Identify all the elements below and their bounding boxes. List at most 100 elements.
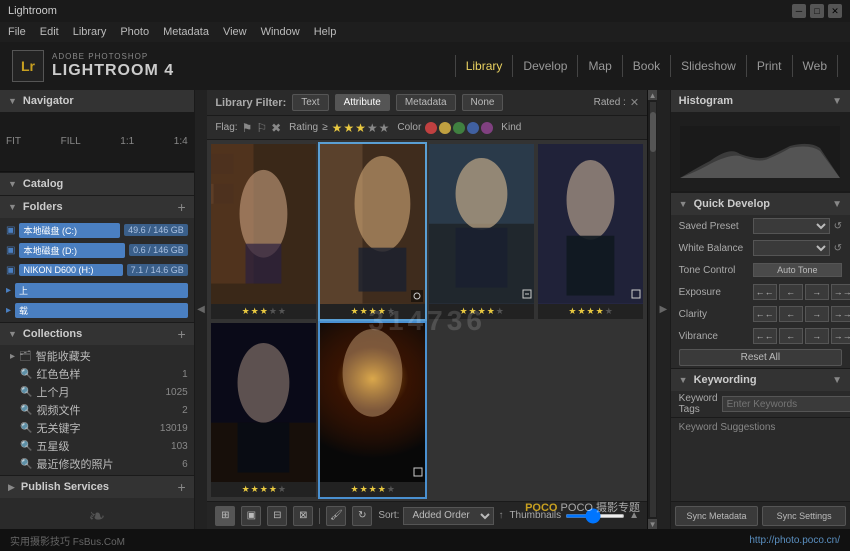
vibrance-btn-1[interactable]: ← [779,328,803,344]
view-loupe-button[interactable]: ▣ [241,506,261,526]
star-1[interactable]: ★ [332,121,343,135]
star-2[interactable]: ★ [343,121,354,135]
scroll-track[interactable] [650,102,656,517]
sort-select[interactable]: Added Order Capture Time Edit Time [403,507,494,525]
scroll-up-button[interactable]: ▲ [648,90,658,100]
photo-cell-2[interactable]: ★ ★ ★ ★ ★ [429,144,534,319]
flag-reject-icon[interactable]: ✖ [271,121,281,135]
publish-header[interactable]: ▶ Publish Services + [0,476,194,498]
module-map[interactable]: Map [578,55,622,77]
nav-1to4[interactable]: 1:4 [174,136,188,147]
scroll-down-button[interactable]: ▼ [648,519,658,529]
color-purple[interactable] [481,122,493,134]
photo-cell-4[interactable]: ★ ★ ★ ★ ★ [211,323,316,498]
histogram-header[interactable]: Histogram ▼ [671,90,850,112]
collection-group[interactable]: ▸ 🗂 智能收藏夹 [0,347,194,365]
filter-close-icon[interactable]: ✕ [630,96,639,109]
menu-window[interactable]: Window [261,26,300,38]
module-slideshow[interactable]: Slideshow [671,55,747,77]
keywording-header[interactable]: ▼ Keywording ▼ [671,369,850,391]
sort-asc-icon[interactable]: ↑ [498,510,503,521]
histogram-dropdown-icon[interactable]: ▼ [832,96,842,107]
color-green[interactable] [453,122,465,134]
folder-item-2[interactable]: ▣ NIKON D600 (H:) 7.1 / 14.6 GB [0,260,194,280]
keywording-dropdown-icon[interactable]: ▼ [832,375,842,386]
menu-photo[interactable]: Photo [120,26,149,38]
quick-develop-header[interactable]: ▼ Quick Develop ▼ [671,193,850,215]
photo-cell-0[interactable]: ★ ★ ★ ★ ★ [211,144,316,319]
menu-edit[interactable]: Edit [40,26,59,38]
vibrance-btn-0[interactable]: ←← [753,328,777,344]
nav-left-arrow[interactable]: ◀ [195,90,208,529]
collection-item-2[interactable]: 🔍 视频文件 2 [0,401,194,419]
clarity-btn-0[interactable]: ←← [753,306,777,322]
exposure-btn-0[interactable]: ←← [753,284,777,300]
vibrance-btn-2[interactable]: → [805,328,829,344]
star-5[interactable]: ★ [379,121,390,135]
module-web[interactable]: Web [793,55,838,77]
maximize-button[interactable]: □ [810,4,824,18]
module-book[interactable]: Book [623,55,671,77]
module-print[interactable]: Print [747,55,793,77]
filter-text-btn[interactable]: Text [292,94,328,111]
rotate-button[interactable]: ↻ [352,506,372,526]
menu-file[interactable]: File [8,26,26,38]
sync-settings-button[interactable]: Sync Settings [762,506,846,526]
collection-item-0[interactable]: 🔍 红色色样 1 [0,365,194,383]
collection-item-4[interactable]: 🔍 五星级 103 [0,437,194,455]
exposure-btn-3[interactable]: →→ [831,284,850,300]
flag-all-icon[interactable]: ⚑ [242,121,253,135]
folder-item-3[interactable]: ▸ 上 [0,280,194,300]
photo-cell-3[interactable]: ★ ★ ★ ★ ★ [538,144,643,319]
star-3[interactable]: ★ [355,121,366,135]
module-library[interactable]: Library [455,55,514,77]
exposure-btn-1[interactable]: ← [779,284,803,300]
clarity-btn-2[interactable]: → [805,306,829,322]
collections-header[interactable]: ▼ Collections + [0,323,194,345]
nav-right-arrow[interactable]: ▶ [657,90,670,529]
view-survey-button[interactable]: ⊠ [293,506,313,526]
catalog-header[interactable]: ▼ Catalog [0,173,194,195]
minimize-button[interactable]: ─ [792,4,806,18]
saved-preset-select[interactable] [753,218,830,234]
qd-dropdown-icon[interactable]: ▼ [832,199,842,210]
white-balance-arrow[interactable]: ↺ [834,243,842,254]
photo-cell-5[interactable]: ★ ★ ★ ★ ★ [320,323,425,498]
menu-help[interactable]: Help [314,26,337,38]
nav-1to1[interactable]: 1:1 [120,136,134,147]
scroll-thumb[interactable] [650,112,656,152]
menu-view[interactable]: View [223,26,247,38]
white-balance-select[interactable] [753,240,830,256]
collection-item-3[interactable]: 🔍 无关键字 13019 [0,419,194,437]
collection-item-5[interactable]: 🔍 最近修改的照片 6 [0,455,194,473]
publish-add-button[interactable]: + [178,479,186,495]
filter-none-btn[interactable]: None [462,94,504,111]
navigator-header[interactable]: ▼ Navigator [0,90,194,112]
filter-attribute-btn[interactable]: Attribute [335,94,390,111]
close-button[interactable]: ✕ [828,4,842,18]
folder-item-4[interactable]: ▸ 载 [0,300,194,320]
menu-metadata[interactable]: Metadata [163,26,209,38]
module-develop[interactable]: Develop [513,55,578,77]
saved-preset-arrow[interactable]: ↺ [834,221,842,232]
flag-pick-icon[interactable]: ⚐ [256,121,267,135]
folder-item-0[interactable]: ▣ 本地磁盘 (C:) 49.6 / 146 GB [0,220,194,240]
nav-fill[interactable]: FILL [61,136,81,147]
folders-header[interactable]: ▼ Folders + [0,196,194,218]
color-yellow[interactable] [439,122,451,134]
center-scrollbar[interactable]: ▲ ▼ [647,90,657,529]
filter-metadata-btn[interactable]: Metadata [396,94,456,111]
star-4[interactable]: ★ [367,121,378,135]
view-compare-button[interactable]: ⊟ [267,506,287,526]
thumbnail-size-slider[interactable] [565,514,625,518]
sync-metadata-button[interactable]: Sync Metadata [675,506,759,526]
spray-paint-button[interactable]: 🖌 [326,506,346,526]
vibrance-btn-3[interactable]: →→ [831,328,850,344]
keyword-tags-input[interactable] [722,396,850,412]
collections-add-button[interactable]: + [178,326,186,342]
clarity-btn-3[interactable]: →→ [831,306,850,322]
clarity-btn-1[interactable]: ← [779,306,803,322]
reset-all-button[interactable]: Reset All [679,349,842,366]
nav-fit[interactable]: FIT [6,136,21,147]
toolbar-arrow-up[interactable]: ▲ [629,510,639,521]
